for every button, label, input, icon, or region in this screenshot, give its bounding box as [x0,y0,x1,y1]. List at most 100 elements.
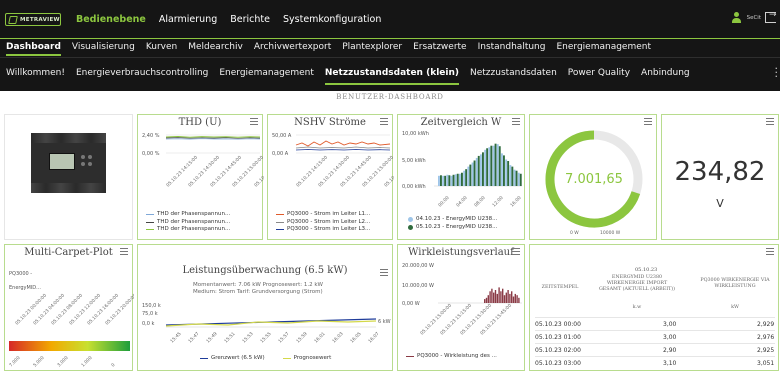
tab-energiemanagement[interactable]: Energiemanagement [219,68,314,85]
menu-item-bedienebene[interactable]: Bedienebene [76,14,146,25]
legend-marker [146,214,154,216]
power-bar [493,292,495,303]
table-row[interactable]: 05.10.23 00:00 3,00 2,929 [535,317,775,330]
legend-item[interactable]: PQ3000 - Strom im Leiter L2... [276,219,370,227]
gauge-max-label: 10000 W [600,230,621,236]
chart-legend: 04.10.23 - EnergyMID U238... 05.10.23 - … [408,216,497,231]
power-bar [484,299,486,303]
app-logo[interactable]: METRAVIEW [5,13,61,26]
logout-icon[interactable] [765,10,777,23]
dashboard-tabs-bar: Willkommen! Energieverbrauchscontrolling E… [0,58,780,91]
nav-item-energiemanagement[interactable]: Energiemanagement [556,42,651,56]
tab-power-quality[interactable]: Power Quality [568,68,630,85]
current-series-line [295,140,391,147]
nav-item-meldearchiv[interactable]: Meldearchiv [188,42,243,56]
bar-current-day [452,174,455,186]
nav-item-instandhaltung[interactable]: Instandhaltung [478,42,546,56]
x-tick-labels: 05.10.23 00:00:00 05.10.23 04:00:00 05.1… [14,293,134,327]
bar-current-day [440,175,442,186]
legend-item[interactable]: THD der Phasenspannun... [146,226,230,234]
dashboard-title: BENUTZER-DASHBOARD [336,93,444,101]
bar-current-day [498,146,501,186]
energy-table-widget[interactable]: 05.10.23 ZEITSTEMPEL ENERGYMID U2380 WIR… [529,244,779,371]
menu-item-alarmierung[interactable]: Alarmierung [159,14,217,25]
legend-label: Prognosewert [293,355,332,361]
x-tick-label: 05.10.23 00:00:00 [14,293,48,327]
power-gauge-widget[interactable]: 7.001,65 0 W 10000 W [529,114,657,240]
column-header[interactable]: ENERGYMID U2380 WIRKENERGIE IMPORT GESAM… [597,275,677,293]
column-unit: kW [731,305,739,310]
legend-item[interactable]: PQ3000 - Strom im Leiter L3... [276,226,370,234]
bar-current-day [473,160,476,186]
legend-label: PQ3000 - Wirkleistung des ... [417,353,497,359]
thd-widget[interactable]: THD (U) 2,40 % 0,00 % 05.10.23 14:15:00 … [137,114,264,240]
column-header[interactable]: PQ3000 WIRKENERGIE VIA WIRKLEISTUNG [695,278,775,290]
power-bar [503,295,506,303]
legend-marker [146,221,154,223]
table-row[interactable]: 05.10.23 03:00 3,10 3,051 [535,356,775,369]
wirkleistungsverlauf-widget[interactable]: Wirkleistungsverlauf 20.000,00 W 10.000,… [397,244,525,371]
thd-series-line [165,138,261,140]
multi-carpet-plot-widget[interactable]: Multi-Carpet-Plot PQ3000 - EnergyMID... … [4,244,134,371]
gauge-value: 7.001,65 [565,172,623,187]
y-tick-label: 10,00 kWh [402,131,429,137]
nav-item-dashboard[interactable]: Dashboard [6,42,61,56]
bar-prev-day [463,170,466,186]
menu-item-systemkonfiguration[interactable]: Systemkonfiguration [283,14,381,25]
tab-willkommen[interactable]: Willkommen! [6,68,65,85]
nav-item-archivwertexport[interactable]: Archivwertexport [254,42,331,56]
main-menu: Bedienebene Alarmierung Berichte Systemkonf… [76,14,381,25]
table-row[interactable]: 05.10.23 02:00 2,90 2,925 [535,343,775,356]
nav-item-plantexplorer[interactable]: Plantexplorer [342,42,402,56]
legend-item[interactable]: 05.10.23 - EnergyMID U238... [408,224,497,232]
legend-item[interactable]: PQ3000 - Strom im Leiter L1... [276,211,370,219]
x-tick-label: 16:03 [331,331,345,345]
bar-current-day [519,173,522,186]
legend-item[interactable]: THD der Phasenspannun... [146,219,230,227]
legend-item[interactable]: Grenzwert (6.5 kW) [200,355,265,363]
menu-item-berichte[interactable]: Berichte [230,14,270,25]
tab-energieverbrauchscontrolling[interactable]: Energieverbrauchscontrolling [76,68,208,85]
legend-item[interactable]: Prognosewert [282,355,332,363]
widget-menu-icon[interactable] [766,248,774,255]
power-bar [511,291,513,303]
legend-item[interactable]: THD der Phasenspannun... [146,211,230,219]
legend-label: PQ3000 - Strom im Leiter L2... [287,218,371,225]
cell-energy-pq3000: 2,929 [757,321,775,328]
device-button [88,162,92,166]
x-tick-label: 05.10.23 16:00:00 [86,293,120,327]
zeitvergleich-widget[interactable]: Zeitvergleich W 10,00 kWh 5,00 kWh 0,00 … [397,114,525,240]
bar-current-day [461,172,463,186]
power-bar [496,293,498,303]
column-header[interactable]: ZEITSTEMPEL [535,285,585,291]
column-unit: k.w [632,305,642,310]
cell-energy-import: 3,00 [663,334,677,341]
table-row[interactable]: 05.10.23 01:00 3,00 2,976 [535,330,775,343]
user-icon[interactable] [731,12,743,23]
widget-menu-icon[interactable] [766,118,774,125]
table-date: 05.10.23 [635,267,658,273]
more-options-icon[interactable]: · · · [775,63,779,82]
tab-netzzustandsdaten[interactable]: Netzzustandsdaten [470,68,557,85]
bar-prev-day [442,175,445,186]
nav-item-visualisierung[interactable]: Visualisierung [72,42,135,56]
voltage-value-widget[interactable]: 234,82 V [661,114,779,240]
nav-item-kurven[interactable]: Kurven [146,42,177,56]
scale-tick-label: 5.000 [32,355,45,368]
nshv-currents-widget[interactable]: NSHV Ströme 50,00 A 0,00 A 05.10.23 14:1… [267,114,394,240]
legend-item[interactable]: PQ3000 - Wirkleistung des ... [406,353,497,361]
tab-netzzustandsdaten-klein[interactable]: Netzzustandsdaten (klein) [324,68,459,85]
nav-item-ersatzwerte[interactable]: Ersatzwerte [413,42,467,56]
big-value-unit: V [716,197,724,210]
x-tick-label: 15:51 [223,331,237,345]
tab-anbindung[interactable]: Anbindung [641,68,690,85]
device-image-widget[interactable] [4,114,133,240]
user-name[interactable]: SeCit [747,15,761,21]
leistung-chart: 150,0 k 75,0 k 0,0 k 6 kW 15:45 15:47 15… [142,303,391,345]
power-bar [518,297,520,303]
leistungsueberwachung-widget[interactable]: Leistungsüberwachung (6.5 kW) Momentanwe… [137,244,393,371]
bar-prev-day [501,153,503,186]
current-series-line [295,146,391,149]
power-bar [505,292,507,303]
legend-item[interactable]: 04.10.23 - EnergyMID U238... [408,216,497,224]
